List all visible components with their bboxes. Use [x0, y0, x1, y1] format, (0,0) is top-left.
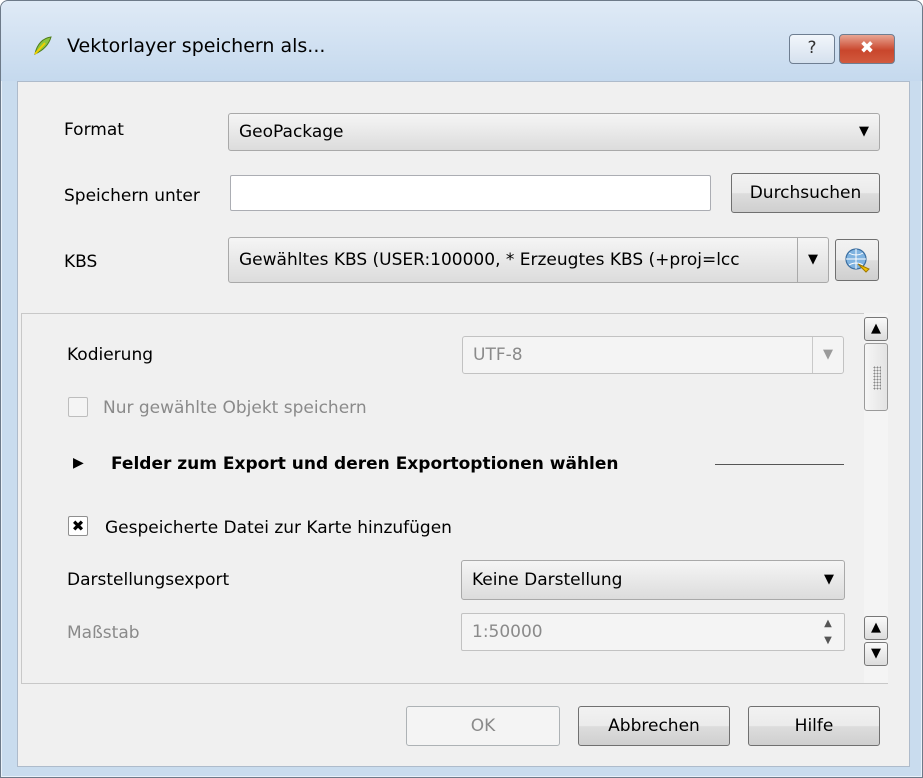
chevron-down-icon: ▼ [824, 572, 834, 587]
format-value: GeoPackage [239, 122, 344, 142]
globe-icon [842, 248, 872, 280]
crs-select[interactable]: Gewähltes KBS (USER:100000, * Erzeugtes … [228, 237, 829, 283]
scale-value: 1:50000 [472, 622, 543, 642]
selected-only-checkbox[interactable] [68, 397, 88, 417]
crs-selector-button[interactable] [835, 239, 879, 281]
title-bar: Vektorlayer speichern als... ? ✖ [1, 1, 922, 81]
spin-down-icon[interactable]: ▼ [816, 633, 840, 648]
fields-section-header[interactable]: Felder zum Export und deren Exportoption… [111, 454, 619, 474]
help-button[interactable]: Hilfe [748, 706, 880, 746]
options-scrollbar[interactable]: ▲ ▲ ▼ [861, 313, 891, 683]
add-to-map-label: Gespeicherte Datei zur Karte hinzufügen [105, 518, 452, 538]
crs-label: KBS [64, 252, 98, 272]
scroll-up-icon[interactable]: ▲ [864, 616, 888, 640]
crs-value: Gewähltes KBS (USER:100000, * Erzeugtes … [239, 250, 740, 270]
browse-button[interactable]: Durchsuchen [731, 173, 880, 213]
chevron-down-icon: ▼ [812, 337, 843, 373]
selected-only-label: Nur gewählte Objekt speichern [103, 398, 367, 418]
help-title-button[interactable]: ? [789, 34, 835, 64]
symbology-select[interactable]: Keine Darstellung ▼ [461, 560, 845, 600]
chevron-down-icon: ▼ [797, 238, 828, 282]
section-divider [715, 464, 844, 465]
encoding-label: Kodierung [67, 345, 154, 365]
spin-up-icon[interactable]: ▲ [816, 616, 840, 631]
cancel-button[interactable]: Abbrechen [578, 706, 730, 746]
encoding-select[interactable]: UTF-8 ▼ [462, 336, 844, 374]
window-title: Vektorlayer speichern als... [67, 35, 326, 57]
expand-arrow-icon[interactable]: ▶ [73, 455, 84, 471]
format-select[interactable]: GeoPackage ▼ [228, 113, 880, 151]
scroll-up-icon[interactable]: ▲ [864, 317, 888, 341]
format-label: Format [64, 120, 124, 140]
dialog-window: Vektorlayer speichern als... ? ✖ Format … [0, 0, 923, 778]
scrollbar-thumb[interactable] [864, 343, 888, 411]
grip-icon [873, 366, 881, 390]
chevron-down-icon: ▼ [859, 124, 869, 139]
ok-button[interactable]: OK [406, 706, 560, 746]
scale-spinbox[interactable]: 1:50000 ▲ ▼ [461, 613, 845, 651]
save-as-input[interactable] [230, 175, 711, 211]
add-to-map-checkbox[interactable]: ✖ [68, 516, 88, 536]
encoding-value: UTF-8 [473, 345, 523, 365]
qgis-icon [31, 34, 55, 58]
save-as-label: Speichern unter [64, 186, 200, 206]
symbology-label: Darstellungsexport [67, 570, 230, 590]
close-button[interactable]: ✖ [839, 34, 895, 64]
symbology-value: Keine Darstellung [472, 570, 623, 590]
scroll-down-icon[interactable]: ▼ [864, 642, 888, 666]
scale-label: Maßstab [67, 623, 140, 643]
